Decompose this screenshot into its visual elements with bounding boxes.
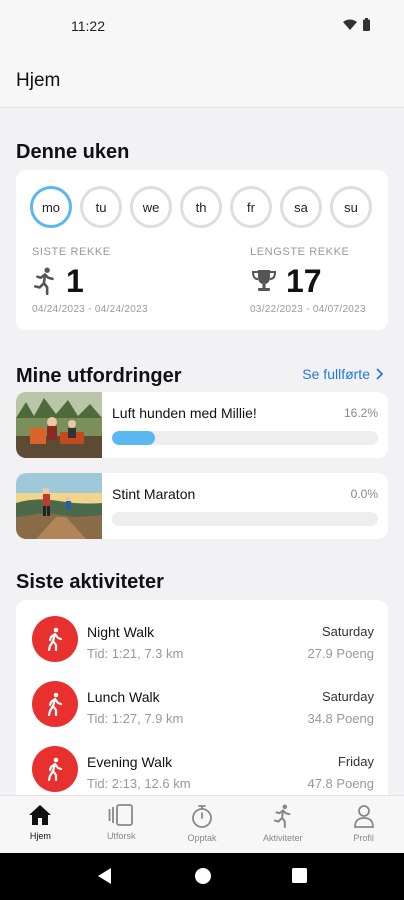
current-streak-dates: 04/24/2023 - 04/24/2023	[32, 304, 148, 315]
see-completed-link[interactable]: Se fullførte	[302, 366, 384, 382]
challenge-title: Stint Maraton	[112, 486, 196, 502]
longest-streak-value: 17	[286, 263, 322, 299]
home-icon	[29, 805, 52, 825]
day-selector: mo tu we th fr sa su	[30, 186, 372, 228]
page-title: Hjem	[16, 70, 61, 91]
nav-home-label: Hjem	[29, 831, 51, 841]
week-section-title: Denne uken	[16, 141, 130, 163]
challenge-progress-bar	[112, 512, 378, 526]
back-icon[interactable]	[96, 867, 114, 885]
day-mo[interactable]: mo	[30, 186, 72, 228]
challenge-image	[16, 473, 102, 539]
longest-streak-label: LENGSTE REKKE	[250, 246, 350, 258]
recents-icon[interactable]	[291, 867, 308, 884]
status-icons	[343, 18, 370, 31]
nav-profile-label: Profil	[353, 833, 374, 843]
day-th[interactable]: th	[180, 186, 222, 228]
challenge-progress-fill	[112, 431, 156, 445]
activity-details: Tid: 1:21, 7.3 km	[87, 646, 184, 661]
activity-row[interactable]: Night Walk Tid: 1:21, 7.3 km Saturday 27…	[16, 608, 388, 672]
cards-icon	[108, 804, 134, 826]
challenge-progress-bar	[112, 431, 378, 445]
activity-details: Tid: 1:27, 7.9 km	[87, 711, 184, 726]
activity-name: Night Walk	[87, 624, 155, 640]
challenge-percent: 16.2%	[343, 406, 378, 420]
home-button-icon[interactable]	[194, 867, 212, 885]
nav-record-label: Opptak	[187, 833, 217, 843]
activity-day: Saturday	[321, 624, 374, 639]
week-card: mo tu we th fr sa su SISTE REKKE 1 04/24…	[16, 170, 388, 330]
status-bar: 11:22	[0, 0, 404, 52]
activity-points: 47.8 Poeng	[307, 776, 374, 791]
walk-icon	[32, 616, 78, 662]
see-completed-label: Se fullførte	[302, 366, 370, 382]
activity-day: Saturday	[321, 689, 374, 704]
activity-day: Friday	[337, 754, 374, 769]
nav-activities[interactable]: Aktiviteter	[242, 796, 323, 853]
day-fr[interactable]: fr	[230, 186, 272, 228]
bottom-nav: Hjem Utforsk Opptak Aktiviteter Profil	[0, 795, 404, 853]
nav-activities-label: Aktiviteter	[263, 833, 303, 843]
chevron-right-icon	[376, 368, 384, 380]
current-streak: SISTE REKKE 1 04/24/2023 - 04/24/2023	[32, 246, 148, 315]
challenge-title: Luft hunden med Millie!	[112, 405, 257, 421]
runner-icon	[34, 267, 54, 295]
activity-name: Evening Walk	[87, 754, 173, 770]
runner-icon	[273, 804, 291, 828]
nav-explore[interactable]: Utforsk	[81, 796, 162, 853]
activity-points: 27.9 Poeng	[307, 646, 374, 661]
longest-streak-dates: 03/22/2023 - 04/07/2023	[250, 304, 366, 315]
activity-name: Lunch Walk	[87, 689, 160, 705]
day-we[interactable]: we	[130, 186, 172, 228]
activity-details: Tid: 2:13, 12.6 km	[87, 776, 191, 791]
nav-profile[interactable]: Profil	[323, 796, 404, 853]
stopwatch-icon	[192, 805, 212, 828]
person-icon	[353, 805, 374, 828]
challenge-card[interactable]: Stint Maraton 0.0%	[16, 473, 388, 539]
wifi-icon	[343, 19, 357, 30]
activities-card: Night Walk Tid: 1:21, 7.3 km Saturday 27…	[16, 600, 388, 796]
nav-explore-label: Utforsk	[106, 831, 136, 841]
walk-icon	[32, 681, 78, 727]
status-time: 11:22	[71, 18, 105, 34]
activities-section-title: Siste aktiviteter	[16, 571, 164, 593]
app-bar: Hjem	[0, 52, 404, 108]
nav-home[interactable]: Hjem	[0, 796, 81, 853]
challenge-image	[16, 392, 102, 458]
day-su[interactable]: su	[330, 186, 372, 228]
day-tu[interactable]: tu	[80, 186, 122, 228]
activity-points: 34.8 Poeng	[307, 711, 374, 726]
nav-record[interactable]: Opptak	[162, 796, 243, 853]
activity-row[interactable]: Evening Walk Tid: 2:13, 12.6 km Friday 4…	[16, 738, 388, 796]
walk-icon	[32, 746, 78, 792]
system-nav-bar	[0, 853, 404, 900]
challenge-percent: 0.0%	[350, 487, 378, 501]
challenge-card[interactable]: Luft hunden med Millie! 16.2%	[16, 392, 388, 458]
longest-streak: LENGSTE REKKE 17 03/22/2023 - 04/07/2023	[250, 246, 366, 315]
trophy-icon	[251, 270, 277, 291]
day-sa[interactable]: sa	[280, 186, 322, 228]
current-streak-value: 1	[66, 263, 84, 299]
challenges-section-title: Mine utfordringer	[16, 365, 182, 387]
current-streak-label: SISTE REKKE	[32, 246, 111, 258]
battery-icon	[363, 18, 370, 31]
activity-row[interactable]: Lunch Walk Tid: 1:27, 7.9 km Saturday 34…	[16, 673, 388, 737]
